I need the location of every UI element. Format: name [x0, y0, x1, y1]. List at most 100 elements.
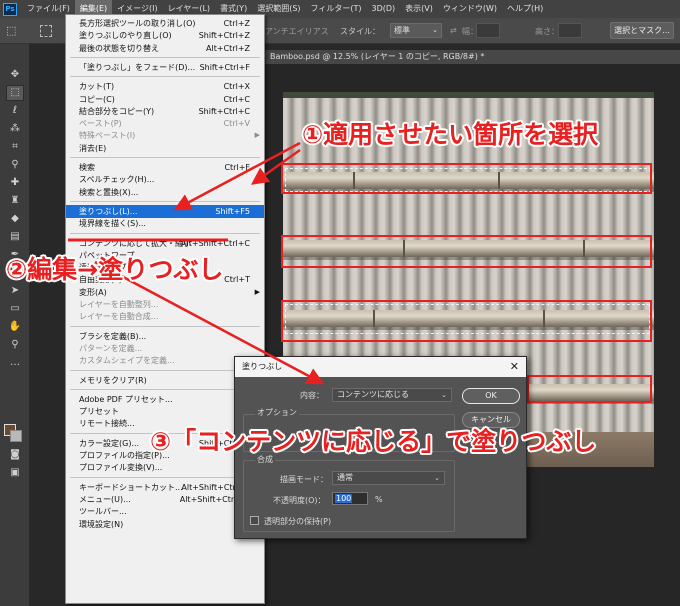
menu-item[interactable]: 結合部分をコピー(Y) Shift+Ctrl+C	[66, 105, 264, 118]
chevron-down-icon: ⌄	[441, 391, 447, 399]
width-field[interactable]	[476, 23, 500, 38]
menu-separator	[70, 157, 260, 158]
mode-select[interactable]: 通常 ⌄	[332, 471, 445, 485]
menu-item[interactable]: カット(T) Ctrl+X	[66, 80, 264, 93]
menu-item-label: 検索と置換(X)...	[79, 187, 139, 197]
document-tab-bar: Bamboo.psd @ 12.5% (レイヤー 1 のコピー, RGB/8#)…	[264, 50, 680, 64]
height-label: 高さ：	[535, 27, 559, 36]
menu-item-label: ツールバー...	[79, 507, 127, 517]
document-tab[interactable]: Bamboo.psd @ 12.5% (レイヤー 1 のコピー, RGB/8#)…	[264, 50, 680, 64]
menu-separator	[70, 369, 260, 371]
menu-item-label: 検索	[79, 163, 95, 172]
menu-item[interactable]: ブラシを定義(B)...	[66, 330, 264, 343]
menu-item[interactable]: スペルチェック(H)...	[66, 173, 264, 186]
gradient-icon[interactable]: ▤	[7, 230, 23, 244]
eraser-icon[interactable]: ◆	[7, 212, 23, 226]
chevron-down-icon: ⌄	[432, 26, 438, 34]
swap-icon[interactable]: ⇄	[450, 26, 457, 35]
menu-3d[interactable]: 3D(D)	[367, 0, 401, 18]
menu-item-shortcut: Shift+F5	[215, 206, 250, 216]
menu-item-label: コンテンツに応じて拡大・縮小	[79, 238, 191, 248]
menu-separator	[70, 388, 260, 390]
screen-mode-icon[interactable]: ▣	[7, 466, 23, 480]
ok-button[interactable]: OK	[462, 388, 520, 404]
menu-separator	[70, 232, 260, 234]
new-selection-icon[interactable]	[40, 25, 52, 37]
move-icon[interactable]: ✥	[7, 68, 23, 82]
crop-icon[interactable]: ⌗	[7, 140, 23, 154]
menu-item-label: レイヤーを自動整列...	[79, 300, 159, 309]
highlight-box	[281, 235, 652, 268]
style-value: 標準	[394, 26, 410, 35]
mode-value: 通常	[337, 473, 353, 482]
healing-brush-icon[interactable]: ✚	[7, 176, 23, 190]
menu-item[interactable]: 最後の状態を切り替え Alt+Ctrl+Z	[66, 42, 264, 55]
menu-item-label: レイヤーを自動合成...	[79, 312, 159, 322]
menu-item-shortcut: Ctrl+V	[223, 119, 250, 129]
menu-help[interactable]: ヘルプ(H)	[502, 0, 548, 18]
select-and-mask-button[interactable]: 選択とマスク...	[610, 22, 674, 39]
menu-item[interactable]: コピー(C) Ctrl+C	[66, 93, 264, 106]
menu-item-label: プリセット	[79, 407, 119, 417]
marquee-icon[interactable]: ⬚	[6, 85, 24, 101]
menu-item-shortcut: Shift+Ctrl+Z	[198, 31, 250, 41]
close-icon[interactable]: ✕	[510, 357, 519, 377]
hand-icon[interactable]: ✋	[7, 320, 23, 334]
menu-view[interactable]: 表示(V)	[400, 0, 438, 18]
path-select-icon[interactable]: ➤	[7, 284, 23, 298]
menu-item[interactable]: 長方形選択ツールの取り消し(O) Ctrl+Z	[66, 17, 264, 30]
menu-item-label: 環境設定(N)	[79, 519, 124, 529]
marquee-tool-preset-icon[interactable]: ⬚	[6, 24, 20, 38]
menu-item-label: コピー(C)	[79, 94, 115, 104]
menu-item-shortcut: Shift+Ctrl+C	[198, 106, 250, 116]
opacity-field[interactable]: 100	[332, 492, 368, 505]
menu-item-label: カラー設定(G)...	[79, 438, 140, 448]
quick-mask-icon[interactable]: ◙	[7, 448, 23, 462]
preserve-transparency-checkbox[interactable]	[250, 516, 259, 525]
menu-item[interactable]: 変形(A) ▶	[66, 286, 264, 299]
menu-item[interactable]: 境界線を描く(S)...	[66, 217, 264, 230]
more-tools-icon[interactable]: …	[7, 356, 23, 370]
menu-item-label: スペルチェック(H)...	[79, 175, 155, 185]
menu-item[interactable]: 検索 Ctrl+F	[66, 161, 264, 174]
magic-wand-icon[interactable]: ⁂	[7, 122, 23, 136]
menu-item-label: 変形(A)	[79, 287, 107, 297]
height-field[interactable]	[558, 23, 582, 38]
highlight-box	[527, 375, 652, 403]
menu-item-label: キーボードショートカット...	[79, 482, 183, 492]
zoom-icon[interactable]: ⚲	[7, 338, 23, 352]
menu-item-shortcut: Alt+Shift+Ctrl+C	[181, 238, 250, 248]
style-select[interactable]: 標準 ⌄	[390, 23, 442, 38]
menu-item-fill[interactable]: 塗りつぶし(L)... Shift+F5	[66, 204, 264, 218]
menu-item-label: Adobe PDF プリセット...	[79, 394, 173, 404]
menu-item-shortcut: Ctrl+C	[223, 94, 250, 104]
menu-item-label: 結合部分をコピー(Y)	[79, 106, 155, 116]
content-select[interactable]: コンテンツに応じる ⌄	[332, 388, 452, 402]
menu-filter[interactable]: フィルター(T)	[306, 0, 367, 18]
lasso-icon[interactable]: ℓ	[7, 104, 23, 118]
opacity-unit: %	[375, 495, 383, 504]
menu-item-label: カット(T)	[79, 82, 115, 92]
menu-item[interactable]: 塗りつぶしのやり直し(O) Shift+Ctrl+Z	[66, 29, 264, 42]
menu-separator	[70, 76, 260, 78]
menu-item[interactable]: 消去(E)	[66, 142, 264, 155]
menu-separator	[70, 200, 260, 202]
eyedropper-icon[interactable]: ⚲	[7, 158, 23, 172]
menu-item-shortcut: Alt+Ctrl+Z	[206, 43, 250, 53]
menu-item[interactable]: コンテンツに応じて拡大・縮小 Alt+Shift+Ctrl+C	[66, 237, 264, 250]
menu-item-shortcut: Ctrl+F	[224, 163, 250, 172]
clone-stamp-icon[interactable]: ♜	[7, 194, 23, 208]
content-label: 内容：	[300, 391, 324, 400]
menu-item-label: リモート接続...	[79, 419, 135, 429]
fill-dialog-titlebar[interactable]: 塗りつぶし ✕	[235, 357, 526, 377]
menu-item: パターンを定義...	[66, 342, 264, 355]
menu-window[interactable]: ウィンドウ(W)	[438, 0, 502, 18]
menu-item[interactable]: 「塗りつぶし」をフェード(D)... Shift+Ctrl+F	[66, 61, 264, 74]
submenu-arrow-icon: ▶	[254, 287, 260, 296]
menu-item-label: 特殊ペースト(I)	[79, 131, 136, 141]
rectangle-icon[interactable]: ▭	[7, 302, 23, 316]
menu-item[interactable]: 検索と置換(X)...	[66, 186, 264, 199]
background-color-swatch[interactable]	[10, 430, 22, 442]
annotation-step2: ②編集→塗りつぶし	[6, 255, 224, 284]
menu-item: レイヤーを自動合成...	[66, 310, 264, 323]
